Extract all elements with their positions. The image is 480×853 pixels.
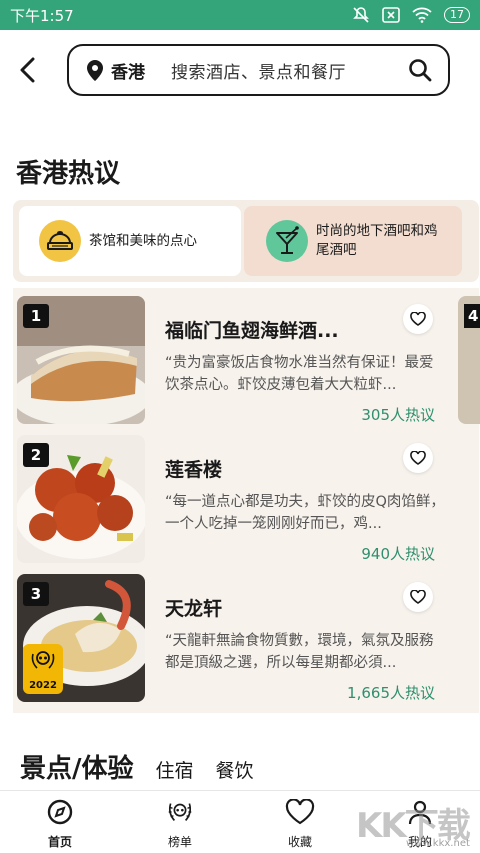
restaurant-photo: 2: [17, 435, 145, 563]
wifi-icon: [412, 7, 432, 23]
rank-badge: 2: [23, 443, 49, 467]
sim-off-icon: [382, 7, 400, 23]
travellers-choice-badge: 2022: [23, 644, 63, 694]
cocktail-glass-icon: [266, 220, 308, 262]
search-icon[interactable]: [406, 56, 434, 84]
discussion-count: 305人热议: [361, 406, 435, 424]
rank-badge: 4: [464, 304, 480, 328]
status-bar: 下午1:57 17: [0, 0, 480, 30]
location-pin-icon: [87, 59, 105, 81]
save-button[interactable]: [403, 304, 433, 334]
back-button[interactable]: [12, 52, 44, 88]
next-list-item-peek[interactable]: 4: [458, 296, 480, 424]
nav-label: 首页: [47, 835, 72, 849]
tab-lodging[interactable]: 住宿: [156, 756, 194, 783]
mute-icon: [353, 7, 369, 23]
watermark: KK下载 www.kkx.net: [350, 798, 480, 853]
tab-attractions[interactable]: 景点/体验: [20, 748, 134, 785]
search-bar[interactable]: 香港 搜索酒店、景点和餐厅: [67, 44, 450, 96]
laurel-award-icon: [31, 651, 55, 669]
category-tab-dim-sum[interactable]: 茶馆和美味的点心: [19, 206, 241, 276]
back-arrow-icon: [20, 57, 35, 83]
section2-header: 景点/体验 住宿 餐饮: [20, 748, 276, 785]
heart-icon: [285, 797, 315, 827]
heart-icon: [410, 451, 426, 465]
list-item[interactable]: 1 福临门鱼翅海鲜酒... “贵为富豪饭店食物水准当然有保证！最爱饮茶点心。虾饺…: [17, 296, 459, 426]
save-button[interactable]: [403, 443, 433, 473]
save-button[interactable]: [403, 582, 433, 612]
dim-sum-steamer-icon: [39, 220, 81, 262]
laurel-award-icon: [165, 797, 195, 827]
restaurant-name[interactable]: 莲香楼: [165, 455, 385, 482]
nav-label: 收藏: [287, 835, 312, 849]
heart-icon: [410, 590, 426, 604]
category-label: 茶馆和美味的点心: [89, 232, 197, 249]
compass-icon: [45, 797, 75, 827]
restaurant-name[interactable]: 福临门鱼翅海鲜酒...: [165, 316, 385, 343]
location-selector[interactable]: 香港: [111, 58, 145, 83]
status-time: 下午1:57: [10, 6, 74, 25]
rank-badge: 1: [23, 304, 49, 328]
review-quote: “天龍軒無論食物質數，環境，氣氛及服務都是頂級之選，所以每星期都必須...: [165, 633, 434, 671]
section-title: 香港热议: [16, 159, 121, 189]
search-input[interactable]: 搜索酒店、景点和餐厅: [171, 58, 406, 83]
category-label: 时尚的地下酒吧和鸡尾酒吧: [316, 223, 438, 258]
status-icons: 17: [352, 6, 470, 24]
category-tab-bars[interactable]: 时尚的地下酒吧和鸡尾酒吧: [244, 206, 462, 276]
top-bar: 香港 搜索酒店、景点和餐厅: [0, 30, 480, 112]
watermark-url: www.kkx.net: [406, 838, 470, 849]
nav-home[interactable]: 首页: [20, 797, 100, 850]
award-year: 2022: [29, 680, 57, 691]
battery-indicator: 17: [444, 7, 470, 23]
review-quote: “贵为富豪饭店食物水准当然有保证！最爱饮茶点心。虾饺皮薄包着大大粒虾...: [165, 355, 434, 393]
nav-rankings[interactable]: 榜单: [140, 797, 220, 850]
tab-dining[interactable]: 餐饮: [216, 756, 254, 783]
discussion-count: 940人热议: [361, 545, 435, 563]
restaurant-photo: 1: [17, 296, 145, 424]
review-quote: “每一道点心都是功夫，虾饺的皮Q肉馅鲜，一个人吃掉一笼刚刚好而已，鸡...: [165, 494, 445, 532]
discussion-count: 1,665人热议: [347, 684, 435, 702]
restaurant-photo: 3 2022: [17, 574, 145, 702]
restaurant-name[interactable]: 天龙轩: [165, 594, 385, 621]
heart-icon: [410, 312, 426, 326]
nav-saves[interactable]: 收藏: [260, 797, 340, 850]
category-tabs: 茶馆和美味的点心 时尚的地下酒吧和鸡尾酒吧: [13, 200, 479, 282]
list-item[interactable]: 3 2022 天龙轩 “天龍軒無論食物質數，環境，氣氛及服務都是頂級之選，所以每…: [17, 574, 459, 704]
list-item[interactable]: 2 莲香楼 “每一道点心都是功夫，虾饺的皮Q肉馅鲜，一个人吃掉一笼刚刚好而已，鸡…: [17, 435, 459, 565]
nav-label: 榜单: [167, 835, 192, 849]
restaurant-list: 1 福临门鱼翅海鲜酒... “贵为富豪饭店食物水准当然有保证！最爱饮茶点心。虾饺…: [13, 288, 479, 713]
rank-badge: 3: [23, 582, 49, 606]
